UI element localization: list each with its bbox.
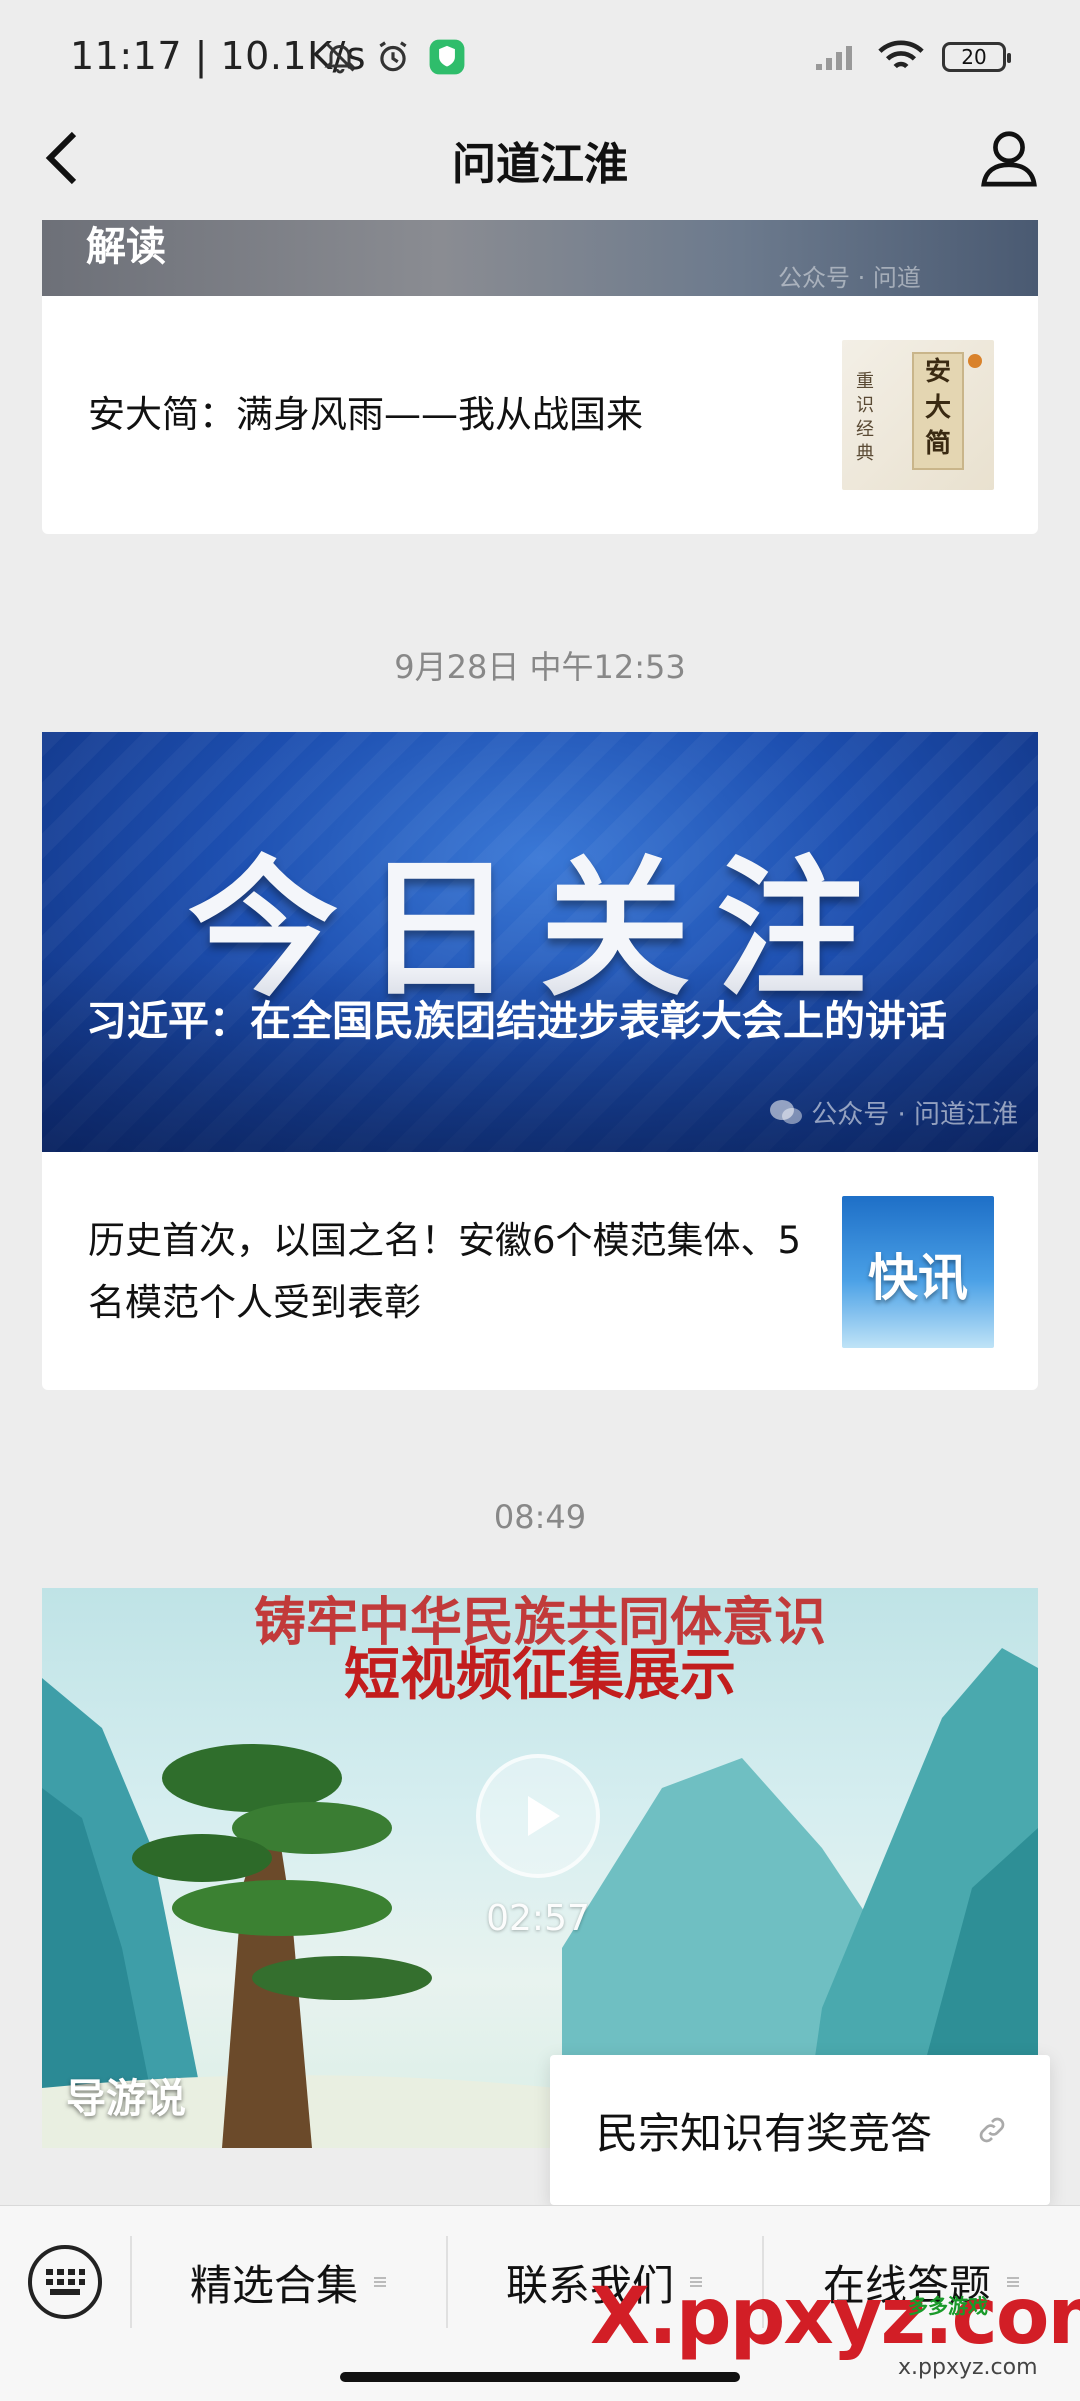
article-thumbnail[interactable]: 安大简 重识经典 [842, 340, 994, 490]
play-icon [528, 1796, 560, 1836]
bell-off-icon [324, 42, 356, 74]
message-timestamp: 9月28日 中午12:53 [394, 648, 686, 686]
thumb-title: 安大简 [924, 357, 951, 459]
menu-lines-icon [374, 2277, 386, 2287]
alarm-icon [379, 41, 407, 72]
keyboard-icon [46, 2269, 85, 2295]
link-icon [979, 2117, 1005, 2143]
hero-watermark-text: 公众号 · 问道江淮 [811, 1100, 1018, 1130]
signal-icon [816, 46, 852, 70]
user-icon[interactable] [978, 126, 1040, 188]
battery-icon: 20 [942, 42, 1011, 72]
hero-article-title[interactable]: 习近平：在全国民族团结进步表彰大会上的讲话 [86, 986, 1006, 1056]
status-icons-right: 20 [814, 34, 1011, 80]
site-watermark-url: x.ppxyz.com [898, 2355, 1038, 2380]
video-label: 导游说 [66, 2076, 186, 2122]
wifi-icon [878, 40, 924, 69]
video-duration: 02:57 [486, 1898, 590, 1939]
article-thumbnail[interactable]: 快讯 [842, 1196, 994, 1348]
thumb-text: 快讯 [868, 1248, 968, 1307]
thumb-subtitle: 重识经典 [856, 371, 874, 464]
site-watermark-tag: 多多游戏 [908, 2294, 988, 2318]
play-button[interactable] [476, 1754, 600, 1878]
battery-level: 20 [961, 45, 987, 69]
menu-item-label: 精选合集 [189, 2260, 358, 2310]
banner-watermark: 公众号 · 问道 [778, 264, 921, 292]
article-title[interactable]: 安大简：满身风雨——我从战国来 [88, 384, 808, 446]
status-icons-left [322, 34, 466, 80]
article-banner-text: 解读 [86, 224, 166, 270]
submenu-item-quiz[interactable]: 民宗知识有奖竞答 [596, 2100, 932, 2161]
article-title[interactable]: 历史首次，以国之名！安徽6个模范集体、5名模范个人受到表彰 [88, 1210, 828, 1334]
menu-item-featured[interactable]: 精选合集 [132, 2236, 446, 2328]
home-indicator [340, 2372, 740, 2382]
message-timestamp: 08:49 [493, 1498, 587, 1536]
site-watermark: X.ppxyz.com [590, 2272, 1080, 2362]
hero-watermark: 公众号 · 问道江淮 [769, 1094, 1018, 1131]
page-title: 问道江淮 [452, 139, 628, 190]
keyboard-toggle-button[interactable] [28, 2245, 102, 2319]
video-cover-title-line2: 短视频征集展示 [344, 1643, 736, 1708]
wechat-icon [770, 1099, 803, 1124]
shield-app-icon [429, 39, 465, 75]
